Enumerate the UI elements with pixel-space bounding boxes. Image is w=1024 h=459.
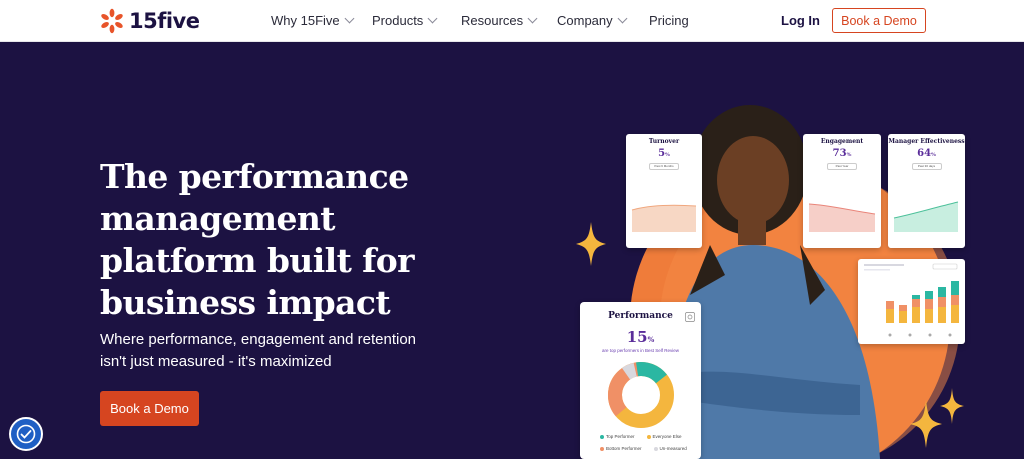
card-value: 15%	[626, 328, 655, 346]
headline-line: management	[100, 199, 336, 238]
card-value: 64%	[917, 148, 936, 159]
card-area-chart	[631, 204, 697, 232]
card-title: Manager Effectiveness	[888, 138, 965, 145]
hero-illustration: Turnover 5% Past 6 Months Engagement 73%…	[570, 95, 1010, 459]
card-area-chart	[893, 201, 959, 232]
nav-company[interactable]: Company	[557, 13, 628, 28]
engagement-card: Engagement 73% Past Year	[803, 134, 881, 248]
nav-label: Why 15Five	[271, 13, 340, 28]
logo-text: 15five	[129, 9, 200, 33]
performance-card: Performance 15% are top performers in Be…	[580, 302, 701, 459]
stacked-bar-chart	[864, 263, 959, 337]
accessibility-icon	[16, 424, 36, 444]
nav-products[interactable]: Products	[372, 13, 438, 28]
hero-subhead: Where performance, engagement and retent…	[100, 329, 460, 373]
nav-label: Pricing	[649, 13, 689, 28]
card-value: 73%	[832, 148, 852, 159]
headline-line: platform built for	[100, 241, 415, 280]
book-demo-hero-button[interactable]: Book a Demo	[100, 391, 199, 426]
sparkle-icon	[910, 400, 942, 448]
headline-line: The performance	[100, 157, 409, 196]
card-title: Engagement	[820, 138, 864, 145]
card-period-button: Past Year	[827, 163, 857, 170]
card-area-chart	[808, 203, 876, 232]
legend-item: Top Performer	[600, 434, 635, 439]
nav-label: Products	[372, 13, 424, 28]
hero-headline: The performance management platform buil…	[100, 156, 440, 324]
manager-effectiveness-card: Manager Effectiveness 64% Past 30 days	[888, 134, 965, 248]
card-subtitle: are top performers in Best Self Review	[601, 348, 680, 353]
donut-chart	[608, 362, 674, 428]
subhead-line: isn't just measured - it's maximized	[100, 353, 332, 370]
accessibility-button[interactable]	[9, 417, 43, 451]
card-period-button: Past 6 Months	[649, 163, 679, 170]
nav-label: Company	[557, 13, 613, 28]
nav-pricing[interactable]: Pricing	[649, 13, 689, 28]
book-demo-nav-button[interactable]: Book a Demo	[832, 8, 926, 33]
performance-bars-card	[858, 259, 965, 344]
top-nav: 15five Why 15Five Products Resources Com…	[0, 0, 1024, 42]
nav-resources[interactable]: Resources	[461, 13, 538, 28]
legend-item: Un-measured	[653, 446, 687, 451]
legend-item: Everyone Else	[646, 434, 682, 439]
sparkle-icon	[576, 222, 606, 266]
turnover-card: Turnover 5% Past 6 Months	[626, 134, 702, 248]
card-period-button: Past 30 days	[911, 163, 942, 170]
legend-item: Bottom Performer	[600, 446, 642, 451]
donut-legend: Bottom Performer Un-measured	[600, 446, 687, 451]
donut-legend: Top Performer Everyone Else	[600, 434, 682, 439]
chevron-down-icon	[344, 13, 355, 24]
logo[interactable]: 15five	[99, 8, 200, 34]
subhead-line: Where performance, engagement and retent…	[100, 331, 417, 348]
card-title: Performance	[608, 311, 673, 321]
card-title: Turnover	[648, 138, 680, 145]
nav-why-15five[interactable]: Why 15Five	[271, 13, 355, 28]
sparkle-icon	[940, 388, 964, 424]
headline-line: business impact	[100, 283, 391, 322]
login-link[interactable]: Log In	[781, 13, 820, 28]
chevron-down-icon	[527, 13, 538, 24]
settings-icon	[685, 312, 695, 322]
chevron-down-icon	[427, 13, 438, 24]
card-value: 5%	[658, 148, 670, 159]
nav-label: Resources	[461, 13, 524, 28]
chevron-down-icon	[617, 13, 628, 24]
logo-burst-icon	[101, 8, 123, 34]
